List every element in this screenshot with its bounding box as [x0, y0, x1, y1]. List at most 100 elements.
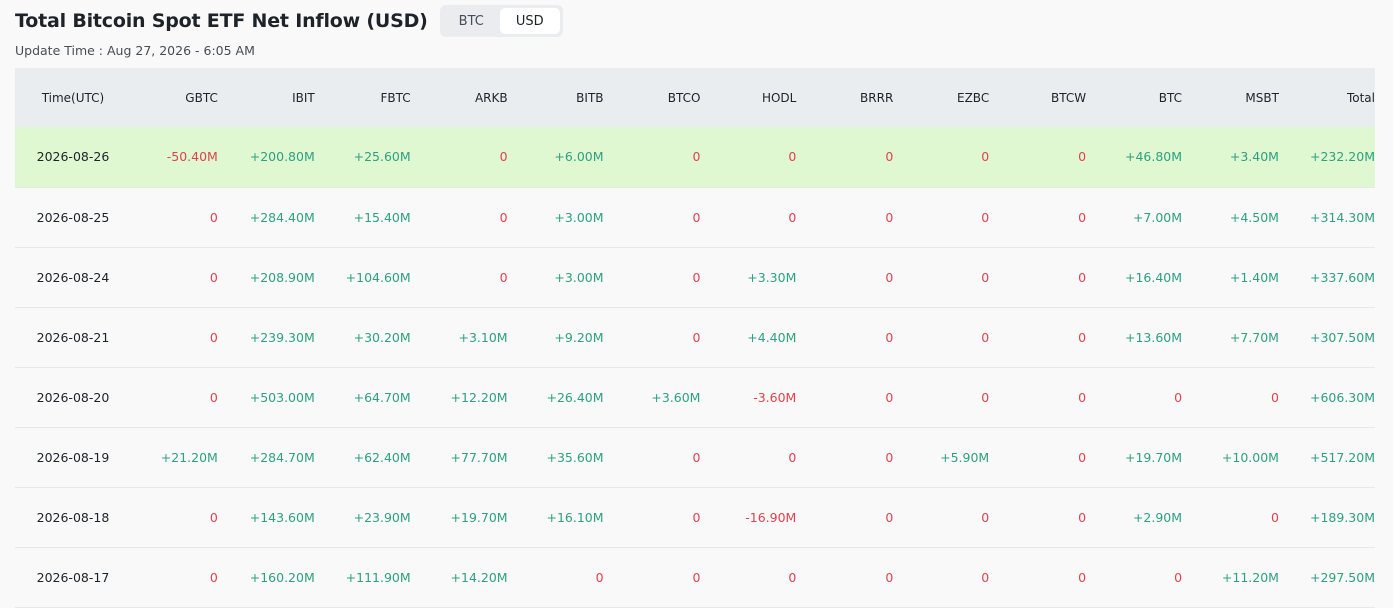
cell-btcw: 0 [989, 367, 1087, 428]
cell-btcw: 0 [989, 127, 1087, 188]
cell-arkb: 0 [410, 187, 508, 248]
cell-btc: +19.70M [1086, 427, 1183, 488]
cell-ibit: +200.80M [217, 127, 315, 188]
cell-arkb: +77.70M [410, 427, 508, 488]
toggle-usd-button[interactable]: USD [499, 8, 560, 34]
table-row[interactable]: 2026-08-17 0 +160.20M +111.90M +14.20M 0 0 0 0 0 0… [15, 547, 1375, 608]
table-row[interactable]: 2026-08-20 0 +503.00M +64.70M +12.20M +26.40M… [15, 367, 1375, 428]
cell-btco: 0 [603, 547, 701, 608]
cell-btc: 0 [1086, 367, 1183, 428]
cell-bitb: 0 [507, 547, 604, 608]
cell-bitb: +16.10M [507, 487, 604, 548]
cell-btcw: 0 [989, 547, 1087, 608]
cell-brrr: 0 [796, 247, 894, 308]
cell-hodl: +4.40M [700, 307, 797, 368]
cell-fbtc: +30.20M [314, 307, 411, 368]
cell-ibit: +503.00M [217, 367, 315, 428]
column-header-btc[interactable]: BTC [1086, 68, 1183, 127]
row-date: 2026-08-26 [15, 127, 131, 188]
cell-btc: +13.60M [1086, 307, 1183, 368]
column-header-total[interactable]: Total [1278, 68, 1375, 127]
cell-arkb: 0 [410, 127, 508, 188]
cell-bitb: +3.00M [507, 187, 604, 248]
etf-flow-table: Time(UTC) GBTC IBIT FBTC ARKB BITB BTCO HODL BRR… [15, 68, 1375, 608]
cell-fbtc: +104.60M [314, 247, 411, 308]
table-row[interactable]: 2026-08-25 0 +284.40M +15.40M 0 +3.00M 0 0 0 0 0 +7… [15, 187, 1375, 248]
column-header-ezbc[interactable]: EZBC [893, 68, 990, 127]
cell-gbtc: -50.40M [130, 127, 218, 188]
cell-btcw: 0 [989, 307, 1087, 368]
toggle-btc-button[interactable]: BTC [443, 8, 500, 34]
cell-total: +606.30M [1278, 367, 1375, 428]
column-header-arkb[interactable]: ARKB [410, 68, 508, 127]
cell-ezbc: 0 [893, 487, 990, 548]
cell-btc: +7.00M [1086, 187, 1183, 248]
cell-total: +189.30M [1278, 487, 1375, 548]
row-date: 2026-08-19 [15, 427, 131, 488]
table-body: 2026-08-26 -50.40M +200.80M +25.60M 0 +6.00M 0… [15, 127, 1375, 608]
row-date: 2026-08-17 [15, 547, 131, 608]
update-time: Update Time : Aug 27, 2026 - 6:05 AM [15, 43, 255, 58]
cell-bitb: +9.20M [507, 307, 604, 368]
cell-msbt: +7.70M [1182, 307, 1279, 368]
row-date: 2026-08-18 [15, 487, 131, 548]
cell-btcw: 0 [989, 487, 1087, 548]
cell-btco: 0 [603, 307, 701, 368]
cell-brrr: 0 [796, 307, 894, 368]
row-date: 2026-08-24 [15, 247, 131, 308]
cell-fbtc: +15.40M [314, 187, 411, 248]
table-row[interactable]: 2026-08-26 -50.40M +200.80M +25.60M 0 +6.00M 0… [15, 127, 1375, 188]
cell-msbt: +4.50M [1182, 187, 1279, 248]
cell-btc: +46.80M [1086, 127, 1183, 188]
cell-ibit: +239.30M [217, 307, 315, 368]
cell-ezbc: 0 [893, 127, 990, 188]
table-row[interactable]: 2026-08-24 0 +208.90M +104.60M 0 +3.00M 0 +3.30… [15, 247, 1375, 308]
cell-fbtc: +23.90M [314, 487, 411, 548]
cell-btc: +16.40M [1086, 247, 1183, 308]
cell-btco: 0 [603, 427, 701, 488]
cell-btco: +3.60M [603, 367, 701, 428]
cell-fbtc: +111.90M [314, 547, 411, 608]
cell-arkb: +12.20M [410, 367, 508, 428]
column-header-gbtc[interactable]: GBTC [130, 68, 218, 127]
cell-fbtc: +25.60M [314, 127, 411, 188]
table-row[interactable]: 2026-08-19 +21.20M +284.70M +62.40M +77.70M +… [15, 427, 1375, 488]
column-header-bitb[interactable]: BITB [507, 68, 604, 127]
cell-ezbc: 0 [893, 307, 990, 368]
cell-fbtc: +64.70M [314, 367, 411, 428]
etf-flow-table-container: Time(UTC) GBTC IBIT FBTC ARKB BITB BTCO HODL BRR… [15, 68, 1375, 608]
cell-total: +297.50M [1278, 547, 1375, 608]
cell-btco: 0 [603, 487, 701, 548]
cell-btco: 0 [603, 247, 701, 308]
cell-ezbc: +5.90M [893, 427, 990, 488]
column-header-ibit[interactable]: IBIT [217, 68, 315, 127]
cell-bitb: +35.60M [507, 427, 604, 488]
cell-hodl: -3.60M [700, 367, 797, 428]
column-header-btcw[interactable]: BTCW [989, 68, 1087, 127]
table-row[interactable]: 2026-08-18 0 +143.60M +23.90M +19.70M +16.10M… [15, 487, 1375, 548]
cell-ezbc: 0 [893, 367, 990, 428]
cell-btco: 0 [603, 127, 701, 188]
cell-hodl: 0 [700, 187, 797, 248]
cell-hodl: -16.90M [700, 487, 797, 548]
header-row: Total Bitcoin Spot ETF Net Inflow (USD) … [15, 5, 563, 37]
cell-hodl: +3.30M [700, 247, 797, 308]
column-header-msbt[interactable]: MSBT [1182, 68, 1279, 127]
cell-brrr: 0 [796, 187, 894, 248]
column-header-btco[interactable]: BTCO [603, 68, 701, 127]
cell-btc: 0 [1086, 547, 1183, 608]
cell-bitb: +3.00M [507, 247, 604, 308]
cell-msbt: 0 [1182, 487, 1279, 548]
cell-ezbc: 0 [893, 247, 990, 308]
cell-brrr: 0 [796, 427, 894, 488]
column-header-hodl[interactable]: HODL [700, 68, 797, 127]
table-header-row: Time(UTC) GBTC IBIT FBTC ARKB BITB BTCO HODL BRR… [15, 68, 1375, 127]
table-row[interactable]: 2026-08-21 0 +239.30M +30.20M +3.10M +9.20M 0 +… [15, 307, 1375, 368]
cell-msbt: +1.40M [1182, 247, 1279, 308]
column-header-brrr[interactable]: BRRR [796, 68, 894, 127]
column-header-time-utc[interactable]: Time(UTC) [15, 68, 131, 127]
cell-gbtc: 0 [130, 307, 218, 368]
column-header-fbtc[interactable]: FBTC [314, 68, 411, 127]
currency-toggle: BTC USD [439, 5, 563, 37]
cell-btco: 0 [603, 187, 701, 248]
